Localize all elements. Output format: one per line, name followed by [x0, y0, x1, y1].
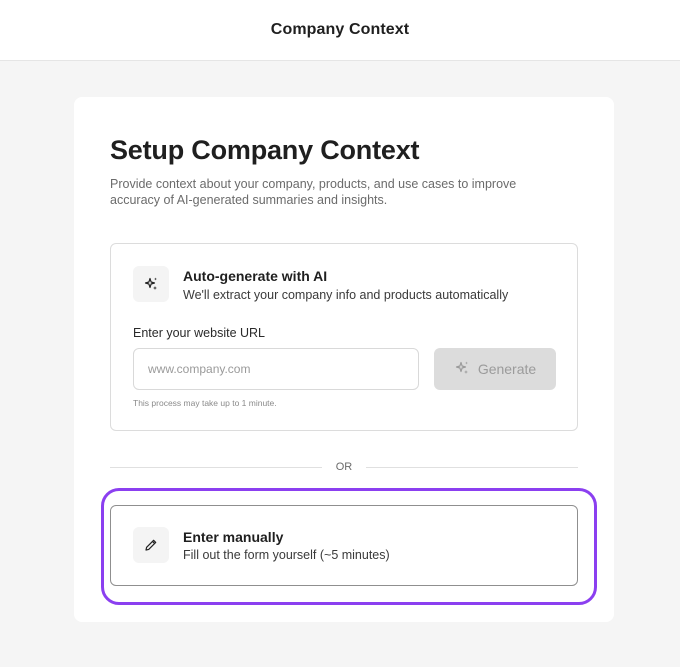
enter-manually-subtitle: Fill out the form yourself (~5 minutes) — [183, 548, 390, 562]
generate-button[interactable]: Generate — [434, 348, 556, 390]
website-url-label: Enter your website URL — [133, 326, 266, 340]
auto-generate-option: Auto-generate with AI We'll extract your… — [110, 243, 578, 431]
page-title: Setup Company Context — [110, 135, 420, 165]
top-bar: Company Context — [0, 0, 680, 61]
sparkles-icon — [454, 360, 470, 379]
enter-manually-title: Enter manually — [183, 529, 284, 545]
process-time-note: This process may take up to 1 minute. — [133, 398, 277, 408]
page-description: Provide context about your company, prod… — [110, 177, 517, 207]
divider-line — [366, 466, 578, 468]
auto-generate-subtitle: We'll extract your company info and prod… — [183, 288, 509, 302]
pencil-icon — [133, 527, 169, 563]
enter-manually-option[interactable]: Enter manually Fill out the form yoursel… — [110, 505, 578, 586]
app-title: Company Context — [270, 21, 410, 38]
divider-line — [110, 466, 322, 468]
generate-button-label: Generate — [477, 361, 537, 377]
auto-generate-title: Auto-generate with AI — [183, 268, 328, 284]
website-url-input[interactable] — [133, 348, 419, 390]
or-label: OR — [335, 461, 353, 473]
sparkles-icon — [133, 266, 169, 302]
setup-card: Setup Company Context Provide context ab… — [74, 97, 614, 622]
or-divider: OR — [110, 459, 578, 475]
